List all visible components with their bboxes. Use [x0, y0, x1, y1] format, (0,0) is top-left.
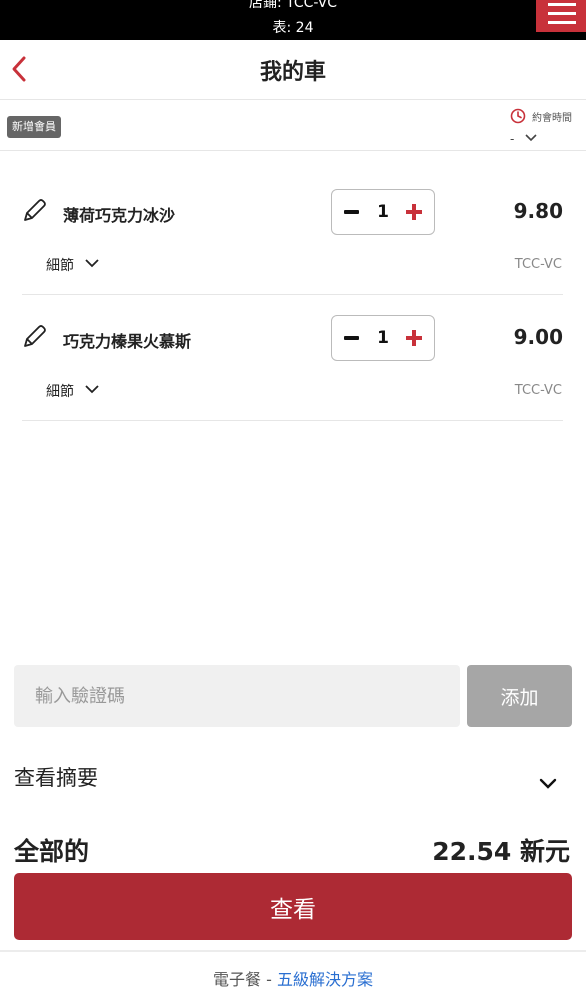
total-value: 22.54 新元	[432, 837, 570, 866]
top-bar: 店鋪: TCC-VC 表: 24	[0, 0, 586, 40]
item-name: 巧克力榛果火慕斯	[63, 332, 192, 351]
appointment-time[interactable]: 約會時間	[510, 108, 584, 126]
quantity-value: 1	[377, 202, 389, 222]
item-name: 薄荷巧克力冰沙	[63, 206, 176, 225]
page-header: 我的車	[0, 40, 586, 100]
checkout-button[interactable]: 查看	[14, 873, 572, 940]
quantity-value: 1	[377, 328, 389, 348]
edit-item-button[interactable]	[20, 197, 48, 225]
item-store: TCC-VC	[514, 383, 562, 398]
item-price: 9.80	[513, 199, 563, 223]
menu-line-icon	[548, 12, 576, 15]
item-price: 9.00	[513, 325, 563, 349]
voucher-code-input[interactable]	[14, 665, 460, 727]
pencil-icon	[24, 199, 46, 221]
chevron-down-icon	[85, 259, 99, 268]
pencil-icon	[24, 325, 46, 347]
details-label: 細節	[46, 258, 74, 274]
increase-quantity-button[interactable]	[404, 327, 426, 349]
footer-text: 電子餐 -	[213, 970, 277, 989]
add-member-button[interactable]: 新增會員	[7, 116, 61, 138]
divider	[22, 420, 563, 421]
footer-link[interactable]: 五級解決方案	[277, 970, 373, 989]
decrease-quantity-button[interactable]	[342, 327, 364, 349]
store-name: 店鋪: TCC-VC	[248, 0, 338, 11]
hamburger-menu-button[interactable]	[536, 0, 586, 32]
total-label: 全部的	[14, 837, 90, 866]
cart-item: 巧克力榛果火慕斯 1 9.00 細節 TCC-VC	[0, 295, 586, 421]
item-store: TCC-VC	[514, 257, 562, 272]
appointment-value: -	[510, 132, 515, 146]
chevron-down-icon	[525, 134, 537, 142]
menu-line-icon	[548, 21, 576, 24]
view-summary-toggle[interactable]: 查看摘要	[14, 762, 98, 792]
cart-item: 薄荷巧克力冰沙 1 9.80 細節 TCC-VC	[0, 169, 586, 295]
quantity-stepper: 1	[331, 189, 435, 235]
quantity-stepper: 1	[331, 315, 435, 361]
increase-quantity-button[interactable]	[404, 201, 426, 223]
details-toggle[interactable]: 細節	[46, 381, 99, 401]
table-number: 表: 24	[272, 20, 314, 36]
chevron-down-icon[interactable]	[538, 776, 558, 792]
details-toggle[interactable]: 細節	[46, 255, 99, 275]
page-title: 我的車	[259, 60, 326, 85]
member-row: 新增會員 約會時間 -	[0, 100, 586, 151]
decrease-quantity-button[interactable]	[342, 201, 364, 223]
details-label: 細節	[46, 384, 74, 400]
edit-item-button[interactable]	[20, 323, 48, 351]
clock-icon	[510, 108, 526, 124]
add-voucher-button[interactable]: 添加	[467, 665, 572, 727]
chevron-down-icon	[85, 385, 99, 394]
appointment-select[interactable]: -	[510, 132, 538, 146]
footer: 電子餐 - 五級解決方案	[0, 950, 586, 1000]
menu-line-icon	[548, 3, 576, 6]
appointment-label: 約會時間	[532, 113, 572, 124]
